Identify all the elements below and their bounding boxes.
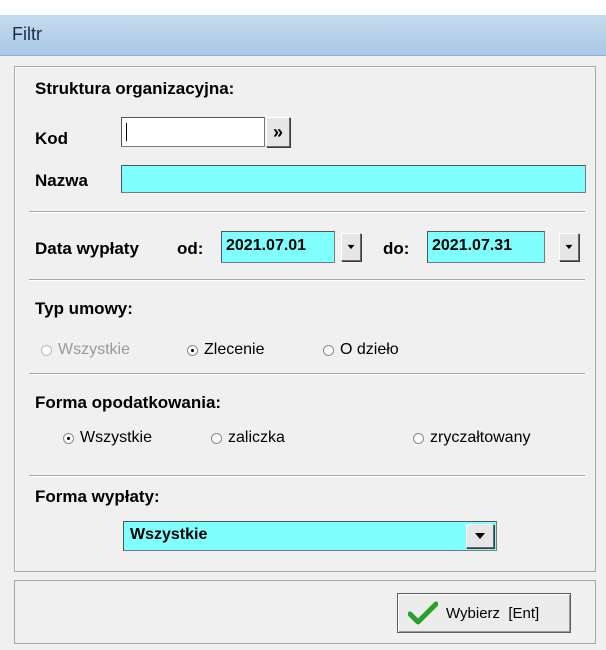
payout-form-value: Wszystkie — [130, 526, 208, 543]
radio-icon — [211, 432, 222, 444]
contract-type-heading: Typ umowy: — [35, 299, 133, 318]
nazwa-label: Nazwa — [35, 171, 88, 190]
filter-panel: Struktura organizacyjna: Kod » Nazwa Dat… — [14, 66, 596, 572]
radio-checked-icon — [63, 432, 74, 444]
payout-form-dropdown-button[interactable] — [466, 524, 494, 548]
separator — [29, 475, 585, 477]
date-from-label: od: — [177, 239, 204, 258]
radio-label: zaliczka — [228, 429, 285, 446]
action-panel: Wybierz [Ent] — [14, 580, 596, 644]
chevron-down-icon — [475, 533, 485, 539]
taxation-radio-all[interactable]: Wszystkie — [63, 429, 152, 447]
nazwa-input[interactable] — [121, 165, 586, 193]
radio-icon — [413, 432, 424, 444]
window-title: Filtr — [12, 24, 42, 44]
chevron-down-icon — [347, 244, 355, 250]
taxation-heading: Forma opodatkowania: — [35, 393, 222, 412]
double-chevron-right-icon: » — [272, 121, 283, 142]
contract-type-radio-zlecenie[interactable]: Zlecenie — [187, 341, 264, 359]
separator — [29, 373, 585, 375]
kod-lookup-button[interactable]: » — [266, 117, 290, 147]
radio-icon — [323, 344, 334, 356]
radio-label: O dzieło — [340, 341, 399, 358]
separator — [29, 211, 585, 213]
text-cursor — [126, 123, 127, 141]
date-from-value: 2021.07.01 — [226, 237, 307, 254]
radio-icon — [41, 344, 52, 356]
date-to-value: 2021.07.31 — [432, 237, 513, 254]
date-to-input[interactable]: 2021.07.31 — [427, 231, 545, 263]
contract-type-radio-o-dzielo[interactable]: O dzieło — [323, 341, 399, 359]
chevron-down-icon — [565, 244, 573, 250]
date-to-label: do: — [383, 239, 410, 258]
org-structure-heading: Struktura organizacyjna: — [35, 79, 235, 98]
date-from-input[interactable]: 2021.07.01 — [221, 231, 335, 263]
contract-type-radio-all[interactable]: Wszystkie — [41, 341, 130, 359]
checkmark-icon — [408, 601, 438, 625]
window-titlebar: Filtr — [0, 15, 606, 56]
kod-label: Kod — [35, 129, 69, 148]
radio-checked-icon — [187, 344, 198, 356]
radio-label: Zlecenie — [204, 341, 265, 358]
date-from-dropdown-button[interactable] — [341, 233, 361, 261]
taxation-radio-zaliczka[interactable]: zaliczka — [211, 429, 285, 447]
radio-label: Wszystkie — [58, 341, 130, 358]
payout-date-label: Data wypłaty — [35, 239, 139, 258]
kod-input[interactable] — [121, 117, 265, 147]
payout-form-heading: Forma wypłaty: — [35, 487, 160, 506]
radio-label: Wszystkie — [80, 429, 152, 446]
separator — [29, 279, 585, 281]
payout-form-select[interactable]: Wszystkie — [123, 521, 497, 551]
select-button[interactable]: Wybierz [Ent] — [397, 593, 571, 633]
select-button-label: Wybierz [Ent] — [446, 604, 540, 622]
taxation-radio-zryczaltowany[interactable]: zryczałtowany — [413, 429, 530, 447]
radio-label: zryczałtowany — [430, 429, 531, 446]
date-to-dropdown-button[interactable] — [559, 233, 579, 261]
